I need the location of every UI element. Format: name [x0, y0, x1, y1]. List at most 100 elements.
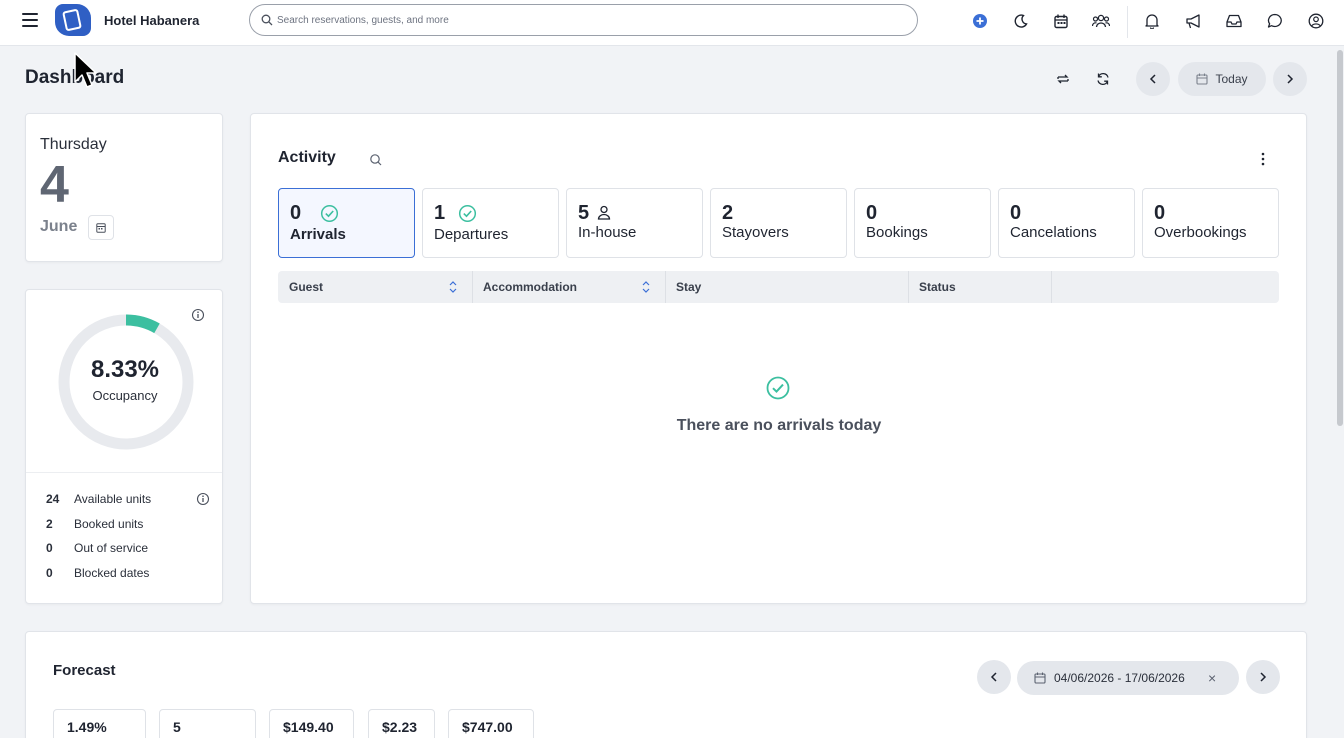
calendar-icon: [1034, 672, 1046, 684]
column-divider: [472, 271, 473, 303]
tile-label: In-house: [578, 224, 637, 241]
weekday: Thursday: [40, 136, 107, 153]
check-circle-icon: [766, 376, 790, 400]
mouse-cursor-icon: [74, 52, 97, 88]
moon-icon[interactable]: [1012, 12, 1030, 30]
page-scrollbar[interactable]: [1336, 46, 1344, 738]
refresh-icon[interactable]: [1090, 66, 1116, 92]
tile-count: 1: [434, 202, 446, 224]
tile-count: 0: [1010, 202, 1022, 224]
tile-arrivals[interactable]: 0 Arrivals: [278, 188, 415, 258]
calendar-icon[interactable]: [1052, 12, 1070, 30]
tile-in-house[interactable]: 5 In-house: [566, 188, 703, 258]
forecast-card: Forecast 04/06/2026 - 17/06/2026 × 1.49%…: [25, 631, 1307, 738]
users-icon[interactable]: [1092, 12, 1110, 30]
info-icon[interactable]: [191, 308, 205, 322]
toolbar-divider: [1127, 6, 1128, 38]
tile-count: 0: [866, 202, 878, 224]
tile-label: Stayovers: [722, 224, 789, 241]
search-input[interactable]: [277, 11, 897, 29]
calendar-icon: [1196, 73, 1209, 85]
tile-stayovers[interactable]: 2 Stayovers: [710, 188, 847, 258]
chevron-left-icon: [1149, 74, 1156, 84]
scrollbar-thumb[interactable]: [1337, 50, 1343, 426]
tile-label: Arrivals: [290, 226, 346, 243]
stat-label: Out of service: [74, 541, 149, 555]
forecast-title: Forecast: [53, 662, 116, 679]
add-circle-icon[interactable]: [971, 12, 989, 30]
occupancy-card: 8.33% Occupancy 24 Available units 2 Boo…: [25, 289, 223, 604]
occupancy-value: 8.33%: [90, 356, 160, 383]
column-guest[interactable]: Guest: [289, 271, 323, 303]
date-card: Thursday 4 June: [25, 113, 223, 262]
column-accommodation[interactable]: Accommodation: [483, 271, 577, 303]
forecast-kpi: $2.23: [368, 709, 435, 738]
tile-label: Overbookings: [1154, 224, 1247, 241]
tile-count: 5: [578, 202, 590, 224]
date-picker-button[interactable]: [88, 215, 114, 240]
search-icon[interactable]: [368, 152, 384, 168]
stat-value: 0: [46, 541, 53, 555]
column-status[interactable]: Status: [919, 271, 956, 303]
date-range-text: 04/06/2026 - 17/06/2026: [1054, 671, 1185, 685]
bell-icon[interactable]: [1143, 12, 1161, 30]
tile-bookings[interactable]: 0 Bookings: [854, 188, 991, 258]
today-label: Today: [1215, 72, 1248, 86]
column-divider: [665, 271, 666, 303]
info-icon[interactable]: [196, 492, 210, 506]
more-options-icon[interactable]: [1256, 150, 1270, 168]
next-day-button[interactable]: [1273, 62, 1307, 96]
empty-state-message: There are no arrivals today: [676, 417, 882, 434]
column-stay[interactable]: Stay: [676, 271, 701, 303]
month: June: [40, 218, 78, 235]
previous-day-button[interactable]: [1136, 62, 1170, 96]
chat-icon[interactable]: [1266, 12, 1284, 30]
stat-label: Booked units: [74, 517, 144, 531]
previous-range-button[interactable]: [977, 660, 1011, 694]
column-divider: [908, 271, 909, 303]
swap-icon[interactable]: [1050, 66, 1076, 92]
forecast-kpi: 1.49%: [53, 709, 146, 738]
day-number: 4: [40, 156, 69, 214]
global-search[interactable]: [249, 4, 918, 36]
sort-icon[interactable]: [641, 280, 651, 294]
hotel-name: Hotel Habanera: [104, 13, 200, 28]
check-circle-icon: [320, 204, 339, 223]
date-range-selector[interactable]: 04/06/2026 - 17/06/2026 ×: [1017, 661, 1239, 695]
tile-count: 2: [722, 202, 734, 224]
column-divider: [1051, 271, 1052, 303]
tile-overbookings[interactable]: 0 Overbookings: [1142, 188, 1279, 258]
forecast-kpi: $149.40: [269, 709, 354, 738]
occupancy-label: Occupancy: [92, 388, 158, 403]
chevron-right-icon: [1260, 672, 1267, 682]
clear-icon[interactable]: ×: [1208, 671, 1220, 685]
table-header: Guest Accommodation Stay Status: [278, 271, 1279, 303]
chevron-right-icon: [1287, 74, 1294, 84]
tile-label: Bookings: [866, 224, 928, 241]
next-range-button[interactable]: [1246, 660, 1280, 694]
chevron-left-icon: [990, 672, 997, 682]
inbox-icon[interactable]: [1225, 12, 1243, 30]
sort-icon[interactable]: [448, 280, 458, 294]
tile-label: Cancelations: [1010, 224, 1097, 241]
search-icon: [261, 14, 273, 26]
forecast-kpi: 5: [159, 709, 256, 738]
stat-value: 0: [46, 566, 53, 580]
tile-label: Departures: [434, 226, 509, 243]
stat-value: 24: [46, 492, 60, 506]
stat-label: Blocked dates: [74, 566, 150, 580]
hotel-logo[interactable]: [55, 4, 91, 36]
tile-departures[interactable]: 1 Departures: [422, 188, 559, 258]
account-icon[interactable]: [1307, 12, 1325, 30]
forecast-kpi: $747.00: [448, 709, 534, 738]
tile-cancelations[interactable]: 0 Cancelations: [998, 188, 1135, 258]
activity-title: Activity: [278, 149, 336, 166]
person-icon: [597, 205, 611, 220]
top-bar: Hotel Habanera: [0, 0, 1344, 46]
today-button[interactable]: Today: [1178, 62, 1266, 96]
menu-icon[interactable]: [22, 13, 38, 29]
megaphone-icon[interactable]: [1184, 12, 1202, 30]
stat-label: Available units: [74, 492, 152, 506]
tile-count: 0: [290, 202, 302, 224]
calendar-icon: [96, 223, 106, 233]
